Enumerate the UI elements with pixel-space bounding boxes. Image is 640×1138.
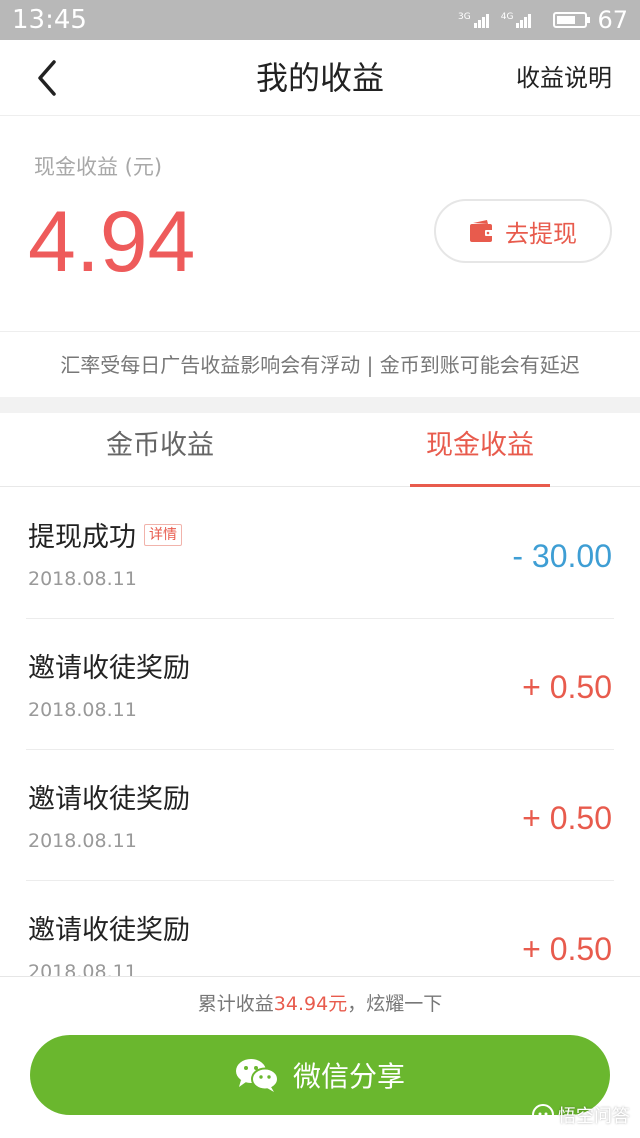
item-amount: + 0.50 [522, 669, 612, 705]
withdraw-label: 去提现 [505, 219, 577, 248]
transaction-list: 提现成功 详情 2018.08.11 - 30.00 邀请收徒奖励 2018.08… [0, 488, 640, 976]
earnings-info-link[interactable]: 收益说明 [516, 62, 612, 94]
signal-4g-icon: 4G [501, 12, 532, 28]
item-title: 邀请收徒奖励 [28, 653, 190, 684]
share-footer: 累计收益34.94元，炫耀一下 微信分享 悟空问答 [0, 976, 640, 1138]
section-divider [0, 397, 640, 413]
item-amount: + 0.50 [522, 800, 612, 836]
balance-amount: 4.94 [28, 194, 196, 290]
status-time: 13:45 [12, 5, 87, 35]
wechat-icon [235, 1059, 279, 1092]
signal-3g-icon: 3G [458, 12, 489, 28]
list-item[interactable]: 邀请收徒奖励 2018.08.11 + 0.50 [26, 619, 614, 750]
status-bar: 13:45 3G 4G 67 [0, 0, 640, 40]
battery-percent: 67 [597, 6, 628, 34]
balance-section: 现金收益 (元) 4.94 去提现 [0, 117, 640, 332]
wechat-share-button[interactable]: 微信分享 [30, 1035, 610, 1115]
tab-cash-earnings[interactable]: 现金收益 [320, 413, 640, 487]
balance-label: 现金收益 (元) [34, 155, 163, 179]
wallet-icon [470, 220, 494, 242]
withdraw-button[interactable]: 去提现 [434, 199, 612, 263]
detail-badge[interactable]: 详情 [144, 523, 182, 546]
earnings-tabs: 金币收益 现金收益 [0, 413, 640, 487]
status-indicators: 3G 4G 67 [446, 4, 628, 36]
item-date: 2018.08.11 [28, 961, 137, 976]
item-amount: + 0.50 [522, 931, 612, 967]
battery-icon [553, 12, 591, 28]
item-title: 提现成功 [28, 522, 136, 553]
item-date: 2018.08.11 [28, 830, 137, 852]
item-date: 2018.08.11 [28, 568, 137, 590]
item-date: 2018.08.11 [28, 699, 137, 721]
watermark: 悟空问答 [532, 1102, 630, 1128]
item-amount: - 30.00 [512, 538, 612, 574]
rate-notice: 汇率受每日广告收益影响会有浮动 | 金币到账可能会有延迟 [0, 333, 640, 397]
item-title: 邀请收徒奖励 [28, 915, 190, 946]
share-label: 微信分享 [292, 1060, 405, 1093]
tab-coin-earnings[interactable]: 金币收益 [0, 413, 320, 487]
total-earnings-value: 34.94元 [273, 993, 348, 1015]
battery-level [557, 16, 575, 24]
item-title: 邀请收徒奖励 [28, 784, 190, 815]
total-earnings-text: 累计收益34.94元，炫耀一下 [197, 993, 443, 1015]
list-item[interactable]: 邀请收徒奖励 2018.08.11 + 0.50 [26, 750, 614, 881]
wukong-logo-icon [532, 1104, 554, 1126]
nav-header: 我的收益 收益说明 [0, 40, 640, 116]
list-item[interactable]: 邀请收徒奖励 2018.08.11 + 0.50 [26, 881, 614, 976]
list-item[interactable]: 提现成功 详情 2018.08.11 - 30.00 [26, 488, 614, 619]
